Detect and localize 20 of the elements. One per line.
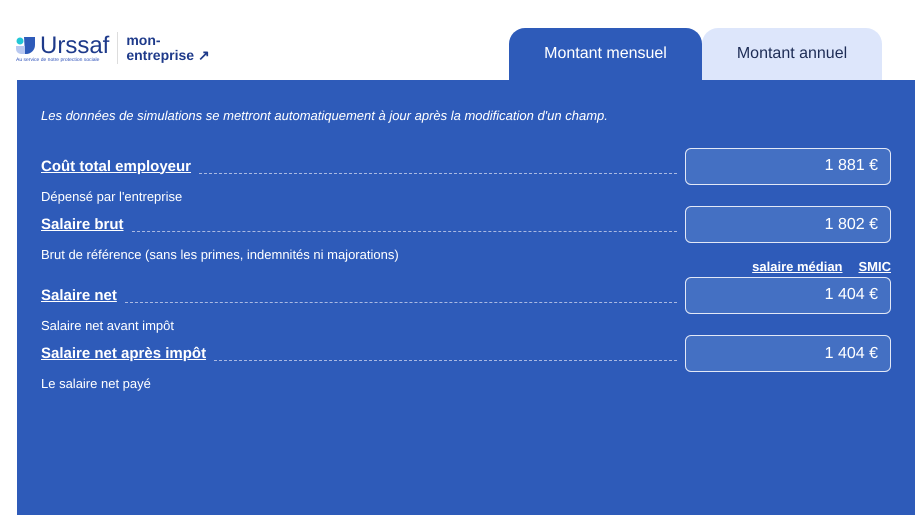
field-label[interactable]: Salaire net après impôt bbox=[41, 343, 206, 366]
logo-icon bbox=[16, 36, 36, 54]
field-description: Brut de référence (sans les primes, indemnités ni majorations) bbox=[41, 246, 399, 264]
field-description: Salaire net avant impôt bbox=[41, 316, 174, 335]
tab[interactable]: Montant mensuel bbox=[509, 28, 702, 80]
info-note: Les données de simulations se mettront automatiquement à jour après la modification d'un champ. bbox=[41, 107, 609, 125]
amount-field[interactable]: 1 404 € bbox=[685, 276, 891, 314]
shortcut-link[interactable]: salaire médian bbox=[752, 257, 842, 276]
amount-field[interactable]: 1 802 € bbox=[685, 206, 891, 243]
amount-field[interactable]: 1 881 € bbox=[685, 148, 891, 184]
field-description: Le salaire net payé bbox=[41, 375, 151, 393]
field-label[interactable]: Salaire brut bbox=[41, 214, 124, 236]
partner-link[interactable]: mon-entreprise ↗ bbox=[126, 33, 226, 63]
field-label[interactable]: Coût total employeur bbox=[41, 156, 192, 178]
field-description: Dépensé par l'entreprise bbox=[41, 188, 182, 206]
field-label[interactable]: Salaire net bbox=[41, 284, 117, 307]
shortcut-link[interactable]: SMIC bbox=[858, 257, 891, 276]
logo-name: Urssaf bbox=[40, 34, 110, 58]
amount-field[interactable]: 1 404 € bbox=[685, 335, 891, 372]
tab[interactable]: Montant annuel bbox=[702, 28, 882, 80]
